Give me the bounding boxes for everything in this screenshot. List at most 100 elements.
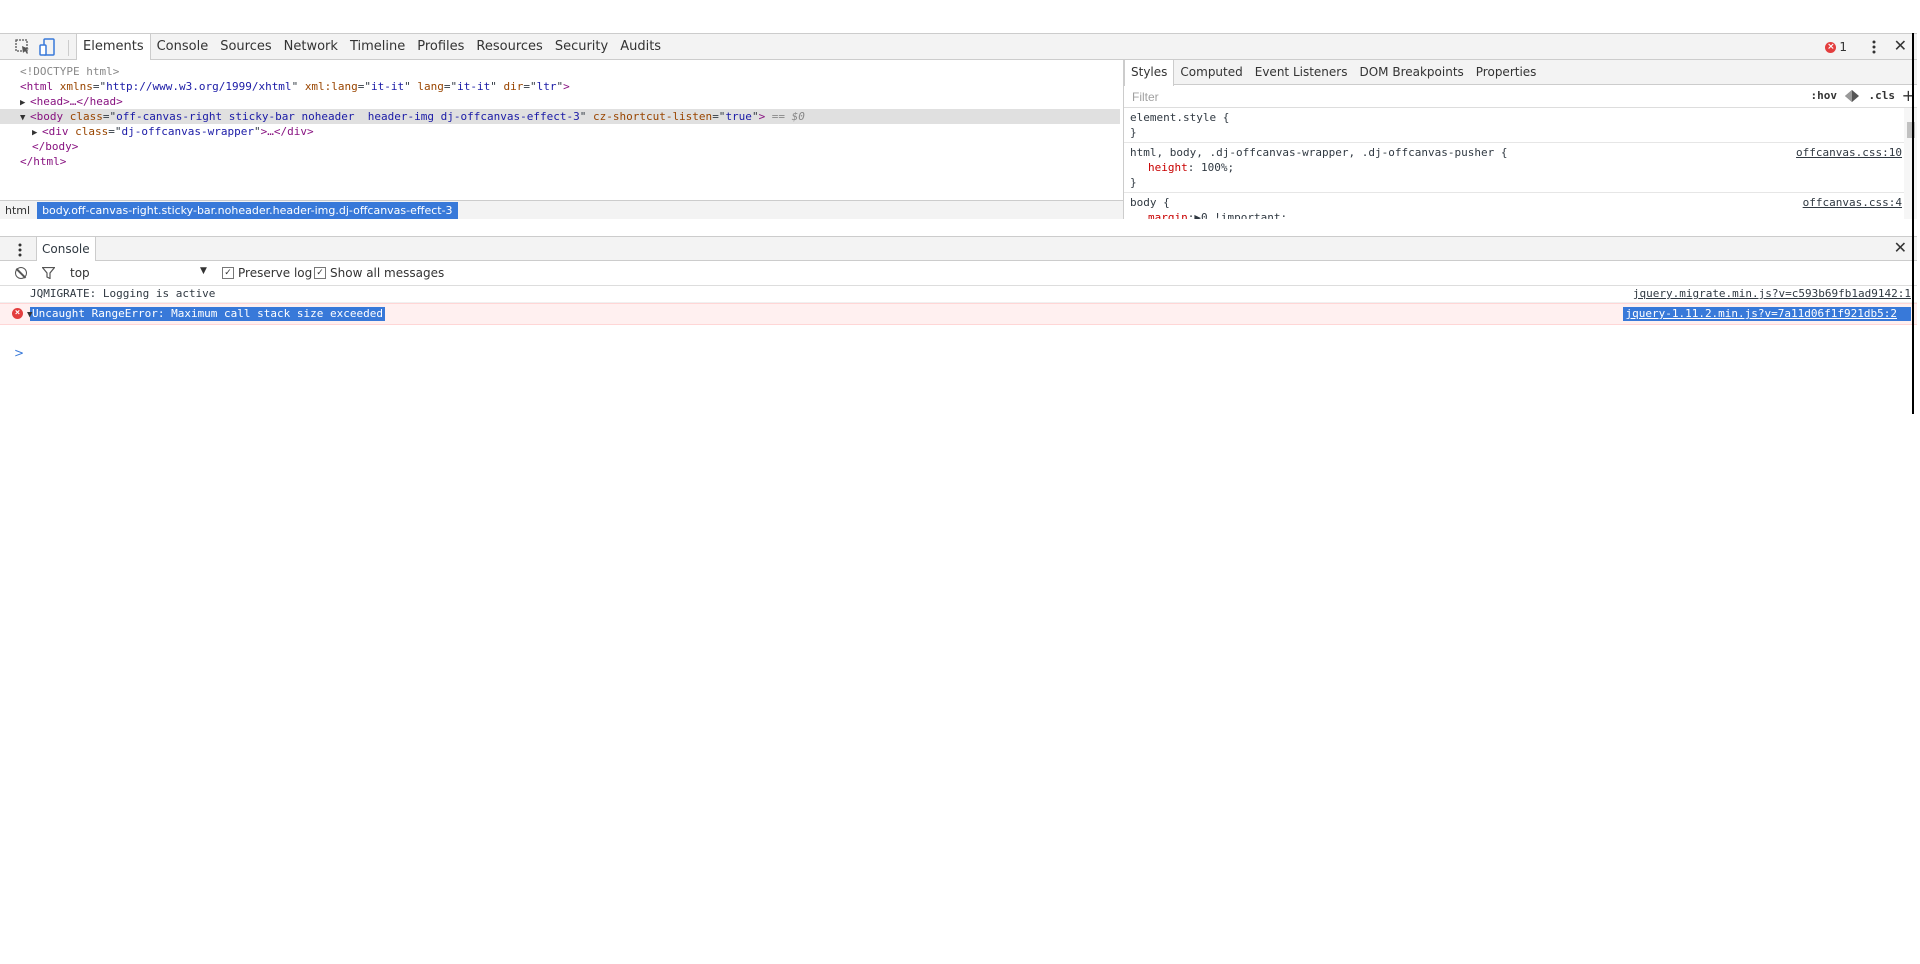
doctype-text: <!DOCTYPE html>: [20, 65, 120, 78]
attr-value: it-it: [371, 80, 405, 93]
tab-dom-breakpoints[interactable]: DOM Breakpoints: [1353, 60, 1469, 84]
breadcrumb-body[interactable]: body.off-canvas-right.sticky-bar.noheade…: [37, 201, 458, 219]
attr-value: dj-offcanvas-wrapper: [121, 125, 254, 138]
body-close-tag: </body>: [32, 140, 79, 153]
property-value: 100%;: [1194, 161, 1235, 174]
console-drawer: Console ✕ top ▼ ✓ Preserve log ✓ Show all …: [0, 236, 1917, 381]
attr-value: ltr: [536, 80, 557, 93]
clear-icon[interactable]: [15, 267, 27, 279]
device-icon[interactable]: [39, 38, 57, 56]
tab-security[interactable]: Security: [549, 34, 614, 60]
message-source-link[interactable]: jquery-1.11.2.min.js?v=7a11d06f1f921db5:…: [1623, 307, 1911, 321]
breadcrumb-html[interactable]: html: [0, 202, 35, 219]
hov-button[interactable]: :hov: [1811, 89, 1838, 102]
kebab-icon[interactable]: [17, 241, 23, 259]
styles-filter-bar: :hov .cls +: [1124, 85, 1917, 108]
error-count: 1: [1839, 40, 1847, 54]
rule-close: }: [1130, 176, 1137, 189]
rule-selector[interactable]: element.style {: [1130, 110, 1898, 125]
tab-event-listeners[interactable]: Event Listeners: [1249, 60, 1354, 84]
dropdown-arrow-icon[interactable]: ▼: [200, 266, 207, 276]
selected-marker: == $0: [765, 110, 805, 123]
window-edge: [1912, 33, 1914, 414]
show-all-messages-checkbox[interactable]: ✓ Show all messages: [314, 266, 444, 280]
inspect-icon[interactable]: [14, 38, 32, 56]
tab-audits[interactable]: Audits: [614, 34, 667, 60]
dom-body-close[interactable]: </body>: [0, 139, 1120, 154]
property-name: height: [1148, 161, 1188, 174]
tab-sources[interactable]: Sources: [214, 34, 277, 60]
rule-selector[interactable]: html, body, .dj-offcanvas-wrapper, .dj-o…: [1130, 145, 1898, 160]
tab-network[interactable]: Network: [278, 34, 344, 60]
tab-styles[interactable]: Styles: [1124, 60, 1175, 86]
attr-value: http://www.w3.org/1999/xhtml: [106, 80, 292, 93]
rule-selector[interactable]: body {: [1130, 195, 1898, 210]
style-rule: html, body, .dj-offcanvas-wrapper, .dj-o…: [1124, 143, 1904, 193]
preserve-log-label: Preserve log: [238, 266, 313, 280]
dom-tree: <!DOCTYPE html> <html xmlns="http://www.…: [0, 64, 1120, 169]
error-icon: ×: [1825, 41, 1837, 53]
drawer-tab-console[interactable]: Console: [36, 237, 96, 261]
checkbox-icon[interactable]: ✓: [314, 267, 326, 279]
attr-name: class: [75, 125, 109, 138]
tab-properties[interactable]: Properties: [1470, 60, 1543, 84]
console-prompt[interactable]: >: [14, 346, 24, 360]
rule-source-link[interactable]: offcanvas.css:10: [1796, 145, 1902, 160]
message-source-link[interactable]: jquery.migrate.min.js?v=c593b69fb1ad9142…: [1633, 286, 1917, 302]
main-toolbar: Elements Console Sources Network Timelin…: [0, 33, 1917, 60]
style-rule: element.style { }: [1124, 108, 1904, 143]
tab-elements[interactable]: Elements: [76, 34, 151, 60]
close-icon[interactable]: ✕: [1894, 239, 1907, 257]
console-message[interactable]: JQMIGRATE: Logging is active jquery.migr…: [0, 286, 1917, 303]
kebab-icon[interactable]: [1871, 38, 1877, 56]
style-property[interactable]: margin:▶0 !important;: [1130, 210, 1898, 219]
checkbox-icon[interactable]: ✓: [222, 267, 234, 279]
head-node: <head>…</head>: [30, 95, 123, 108]
attr-name: cz-shortcut-listen: [592, 110, 713, 123]
preserve-log-checkbox[interactable]: ✓ Preserve log: [222, 266, 312, 280]
tab-profiles[interactable]: Profiles: [411, 34, 470, 60]
color-format-icon[interactable]: [1845, 90, 1859, 102]
cls-button[interactable]: .cls: [1869, 89, 1896, 102]
close-icon[interactable]: ✕: [1894, 37, 1907, 55]
style-rules: element.style { } html, body, .dj-offcan…: [1124, 108, 1904, 219]
context-select[interactable]: top: [70, 266, 90, 280]
styles-sidebar: Styles Computed Event Listeners DOM Brea…: [1124, 60, 1917, 219]
dom-html-open[interactable]: <html xmlns="http://www.w3.org/1999/xhtm…: [0, 79, 1120, 94]
attr-name: lang: [417, 80, 444, 93]
tab-computed[interactable]: Computed: [1174, 60, 1248, 84]
filter-icon[interactable]: [42, 267, 55, 279]
dom-doctype[interactable]: <!DOCTYPE html>: [0, 64, 1120, 79]
rule-source-link[interactable]: offcanvas.css:4: [1803, 195, 1902, 210]
property-value: ▶0 !important;: [1194, 211, 1288, 219]
dom-html-close[interactable]: </html>: [0, 154, 1120, 169]
tab-resources[interactable]: Resources: [470, 34, 548, 60]
dom-head[interactable]: ▶ <head>…</head>: [0, 94, 1120, 109]
console-messages: JQMIGRATE: Logging is active jquery.migr…: [0, 286, 1917, 325]
attr-name: xml:lang: [304, 80, 358, 93]
attr-value: it-it: [457, 80, 491, 93]
tab-console[interactable]: Console: [151, 34, 215, 60]
styles-filter-input[interactable]: [1130, 89, 1634, 105]
styles-scrollbar[interactable]: [1904, 108, 1917, 219]
attr-name: dir: [503, 80, 524, 93]
collapse-triangle-icon[interactable]: ▼: [27, 308, 32, 322]
html-close-tag: </html>: [20, 155, 67, 168]
toolbar-divider: [68, 40, 69, 56]
attr-name: class: [69, 110, 103, 123]
show-all-label: Show all messages: [330, 266, 445, 280]
error-icon: ×: [12, 308, 23, 319]
devtools-window: Elements Console Sources Network Timelin…: [0, 33, 1917, 414]
tab-timeline[interactable]: Timeline: [344, 34, 411, 60]
console-toolbar: top ▼ ✓ Preserve log ✓ Show all messages: [0, 261, 1917, 286]
message-text: JQMIGRATE: Logging is active: [30, 287, 216, 300]
main-tabs: Elements Console Sources Network Timelin…: [76, 34, 667, 60]
property-name: margin: [1148, 211, 1188, 219]
dom-div[interactable]: ▶ <div class="dj-offcanvas-wrapper">…</di…: [0, 124, 1120, 139]
dom-body-open[interactable]: ▼ <body class="off-canvas-right sticky-ba…: [0, 109, 1120, 124]
style-property[interactable]: height: 100%;: [1130, 160, 1898, 175]
console-error-message[interactable]: × ▼ Uncaught RangeError: Maximum call st…: [0, 303, 1917, 325]
error-counter[interactable]: × 1: [1825, 40, 1847, 54]
breadcrumb: html body.off-canvas-right.sticky-bar.no…: [0, 200, 1123, 219]
style-rule: body { offcanvas.css:4 margin:▶0 !import…: [1124, 193, 1904, 219]
